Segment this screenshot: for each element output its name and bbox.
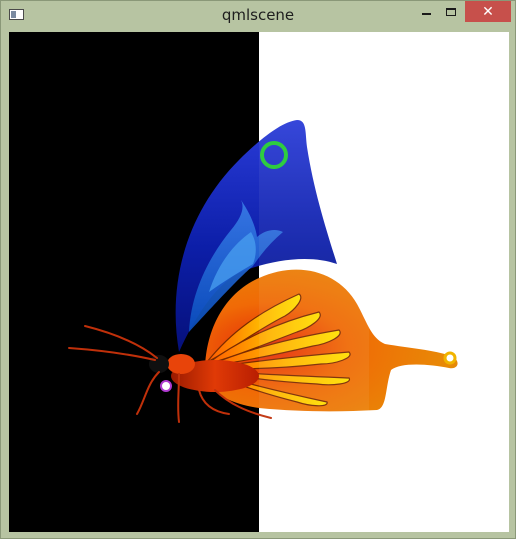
scene-canvas[interactable] xyxy=(9,32,509,532)
maximize-button[interactable] xyxy=(439,1,463,22)
butterfly-head xyxy=(149,355,169,373)
minimize-button[interactable] xyxy=(414,1,438,22)
tail-dot xyxy=(443,351,457,365)
close-button[interactable]: ✕ xyxy=(465,1,511,22)
split-overlay xyxy=(259,112,369,422)
close-icon: ✕ xyxy=(482,3,494,20)
butterfly-eye xyxy=(160,380,172,392)
maximize-icon xyxy=(446,7,456,16)
qmlscene-window: qmlscene ✕ xyxy=(0,0,516,539)
butterfly-thorax xyxy=(167,354,195,374)
title-bar[interactable]: qmlscene ✕ xyxy=(1,1,515,32)
minimize-icon xyxy=(421,12,431,15)
